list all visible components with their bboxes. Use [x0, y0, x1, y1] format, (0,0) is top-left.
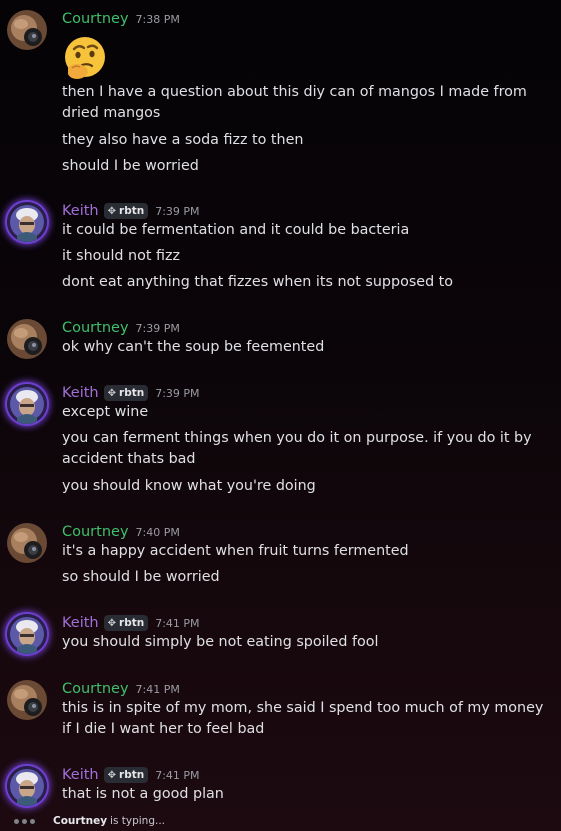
message-group: Courtney 7:41 PM this is in spite of my … [0, 676, 561, 751]
courtney-avatar-image [7, 523, 47, 563]
server-tag-label: rbtn [119, 387, 145, 399]
message-group: Keith ✥ rbtn 7:39 PM it could be fermenta… [0, 198, 561, 298]
message-text: you should know what you're doing [62, 478, 316, 494]
server-tag[interactable]: ✥ rbtn [103, 385, 149, 401]
avatar-courtney[interactable] [7, 319, 47, 359]
server-tag[interactable]: ✥ rbtn [103, 615, 149, 631]
server-tag[interactable]: ✥ rbtn [103, 203, 149, 219]
message-text: it could be fermentation and it could be… [62, 222, 410, 238]
typing-text: is typing... [110, 815, 166, 827]
message-text: you can ferment things when you do it on… [62, 430, 532, 467]
avatar-courtney[interactable] [7, 10, 47, 50]
timestamp: 7:39 PM [155, 204, 200, 218]
message-text: should I be worried [62, 158, 199, 174]
sparkle-icon: ✥ [107, 205, 117, 217]
server-tag-label: rbtn [119, 205, 145, 217]
server-tag-label: rbtn [119, 769, 145, 781]
username[interactable]: Keith [62, 767, 99, 783]
message-group: Courtney 7:39 PM ok why can't the soup b… [0, 315, 561, 365]
server-tag[interactable]: ✥ rbtn [103, 767, 149, 783]
message-text: dont eat anything that fizzes when its n… [62, 274, 454, 290]
message-text: that is not a good plan [62, 786, 224, 802]
message-text: except wine [62, 404, 149, 420]
username[interactable]: Courtney [62, 320, 129, 336]
message-group: Keith ✥ rbtn 7:41 PM that is not a good p… [0, 762, 561, 812]
message-text: you should simply be not eating spoiled … [62, 634, 379, 650]
message-text: so should I be worried [62, 569, 220, 585]
message-header: Keith ✥ rbtn 7:39 PM [62, 200, 200, 222]
typing-indicator: Courtney is typing... [14, 813, 165, 829]
keith-avatar-image [7, 202, 47, 242]
timestamp: 7:39 PM [155, 386, 200, 400]
courtney-avatar-image [7, 680, 47, 720]
message-group: Keith ✥ rbtn 7:41 PM you should simply be… [0, 610, 561, 660]
keith-avatar-image [7, 766, 47, 806]
username[interactable]: Keith [62, 203, 99, 219]
message-text: then I have a question about this diy ca… [62, 84, 527, 121]
message-header: Courtney 7:40 PM [62, 521, 180, 543]
courtney-avatar-image [7, 319, 47, 359]
message-header: Courtney 7:38 PM [62, 8, 180, 30]
avatar-keith[interactable] [7, 614, 47, 654]
timestamp: 7:39 PM [135, 321, 180, 335]
timestamp: 7:38 PM [135, 12, 180, 26]
server-tag-label: rbtn [119, 617, 145, 629]
message-text: this is in spite of my mom, she said I s… [62, 700, 544, 737]
avatar-courtney[interactable] [7, 680, 47, 720]
message-header: Keith ✥ rbtn 7:41 PM [62, 612, 200, 634]
username[interactable]: Courtney [62, 524, 129, 540]
keith-avatar-image [7, 614, 47, 654]
message-text: it should not fizz [62, 248, 181, 264]
message-text: ok why can't the soup be feemented [62, 339, 325, 355]
message-header: Keith ✥ rbtn 7:41 PM [62, 764, 200, 786]
avatar-keith[interactable] [7, 202, 47, 242]
courtney-avatar-image [7, 10, 47, 50]
avatar-courtney[interactable] [7, 523, 47, 563]
avatar-keith[interactable] [7, 766, 47, 806]
message-text: they also have a soda fizz to then [62, 132, 304, 148]
timestamp: 7:40 PM [135, 525, 180, 539]
timestamp: 7:41 PM [155, 616, 200, 630]
sparkle-icon: ✥ [107, 387, 117, 399]
sparkle-icon: ✥ [107, 617, 117, 629]
timestamp: 7:41 PM [135, 682, 180, 696]
thinking-face-emoji [62, 35, 108, 81]
username[interactable]: Keith [62, 615, 99, 631]
message-header: Courtney 7:41 PM [62, 678, 180, 700]
username[interactable]: Courtney [62, 11, 129, 27]
message-feed: Courtney 7:38 PM then I have a question … [0, 0, 561, 831]
message-group: Courtney 7:38 PM then I have a question … [0, 6, 561, 176]
timestamp: 7:41 PM [155, 768, 200, 782]
typing-user: Courtney [53, 815, 108, 827]
keith-avatar-image [7, 384, 47, 424]
message-group: Keith ✥ rbtn 7:39 PM except wine you can … [0, 380, 561, 500]
typing-dots-icon [14, 818, 35, 824]
message-group: Courtney 7:40 PM it's a happy accident w… [0, 519, 561, 594]
avatar-keith[interactable] [7, 384, 47, 424]
message-header: Courtney 7:39 PM [62, 317, 180, 339]
username[interactable]: Courtney [62, 681, 129, 697]
message-header: Keith ✥ rbtn 7:39 PM [62, 382, 200, 404]
message-text: it's a happy accident when fruit turns f… [62, 543, 409, 559]
username[interactable]: Keith [62, 385, 99, 401]
sparkle-icon: ✥ [107, 769, 117, 781]
